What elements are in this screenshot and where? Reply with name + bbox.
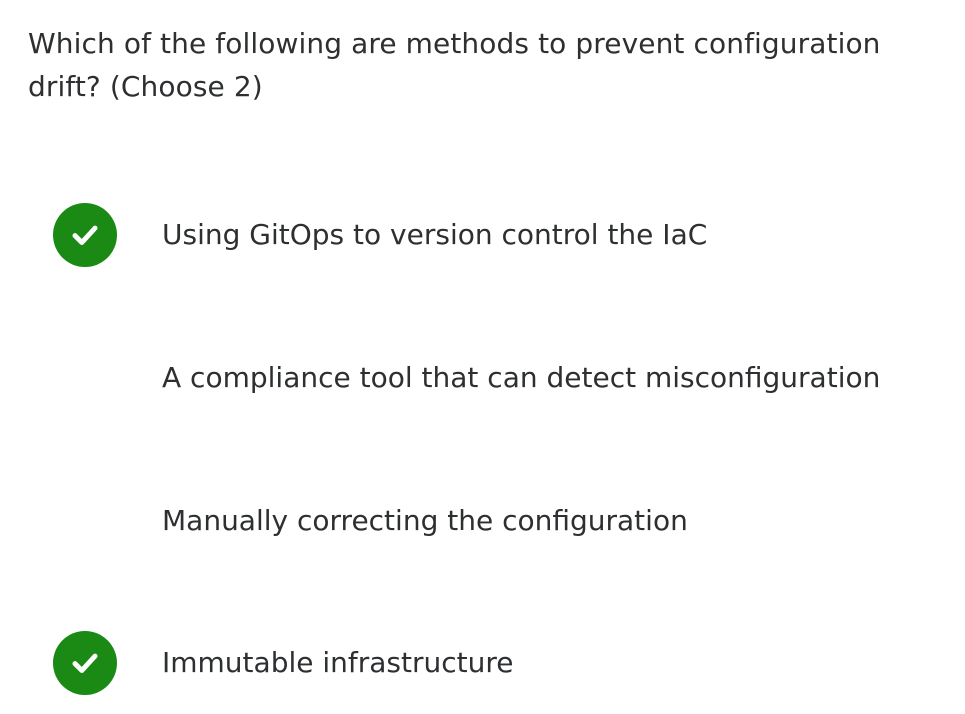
answer-option-4[interactable]: Immutable infrastructure	[0, 623, 965, 703]
answer-label: A compliance tool that can detect miscon…	[162, 361, 881, 394]
check-icon	[53, 203, 117, 267]
answer-label: Immutable infrastructure	[162, 646, 514, 679]
answer-option-3[interactable]: Manually correcting the configuration	[0, 481, 965, 561]
answer-option-1[interactable]: Using GitOps to version control the IaC	[0, 195, 965, 275]
answer-list: Using GitOps to version control the IaC …	[0, 0, 965, 714]
check-icon	[53, 631, 117, 695]
answer-option-2[interactable]: A compliance tool that can detect miscon…	[0, 338, 965, 418]
answer-label: Manually correcting the configuration	[162, 504, 688, 537]
answer-label: Using GitOps to version control the IaC	[162, 218, 708, 251]
